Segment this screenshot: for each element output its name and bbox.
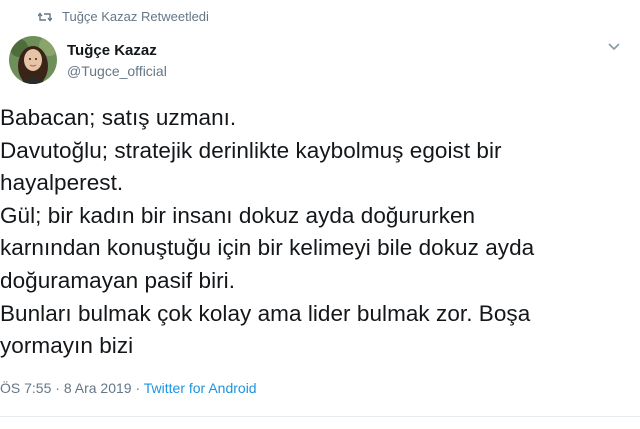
tweet-date[interactable]: 8 Ara 2019 xyxy=(64,380,132,396)
avatar[interactable] xyxy=(9,36,57,84)
avatar-image xyxy=(9,36,57,84)
retweet-label: Tuğçe Kazaz Retweetledi xyxy=(62,9,209,24)
tweet-meta: ÖS 7:55 · 8 Ara 2019 · Twitter for Andro… xyxy=(0,380,257,396)
meta-separator: · xyxy=(135,380,141,396)
retweet-context[interactable]: Tuğçe Kazaz Retweetledi xyxy=(38,9,209,24)
tweet-line: Davutoğlu; stratejik derinlikte kaybolmu… xyxy=(0,137,502,163)
tweet-time[interactable]: ÖS 7:55 xyxy=(0,380,51,396)
tweet-source-link[interactable]: Twitter for Android xyxy=(144,380,257,396)
chevron-down-icon[interactable] xyxy=(606,41,622,53)
divider xyxy=(0,416,640,417)
tweet-line: hayalperest. xyxy=(0,170,124,196)
meta-separator: · xyxy=(55,380,60,396)
tweet-line: Babacan; satış uzmanı. xyxy=(0,105,237,130)
display-name[interactable]: Tuğçe Kazaz xyxy=(67,41,167,61)
tweet-line: yormayın bizi xyxy=(0,333,134,359)
handle[interactable]: @Tugce_official xyxy=(67,61,167,81)
tweet-line: Gül; bir kadın bir insanı dokuz ayda doğ… xyxy=(0,202,476,228)
tweet-line: Bunları bulmak çok kolay ama lider bulma… xyxy=(0,300,531,326)
retweet-icon xyxy=(38,11,52,22)
tweet-text: Babacan; satış uzmanı. Davutoğlu; strate… xyxy=(0,102,625,363)
author-block[interactable]: Tuğçe Kazaz @Tugce_official xyxy=(67,41,167,81)
tweet-line: doğuramayan pasif biri. xyxy=(0,267,236,293)
tweet-line: karnından konuştuğu için bir kelimeyi bi… xyxy=(0,235,535,261)
